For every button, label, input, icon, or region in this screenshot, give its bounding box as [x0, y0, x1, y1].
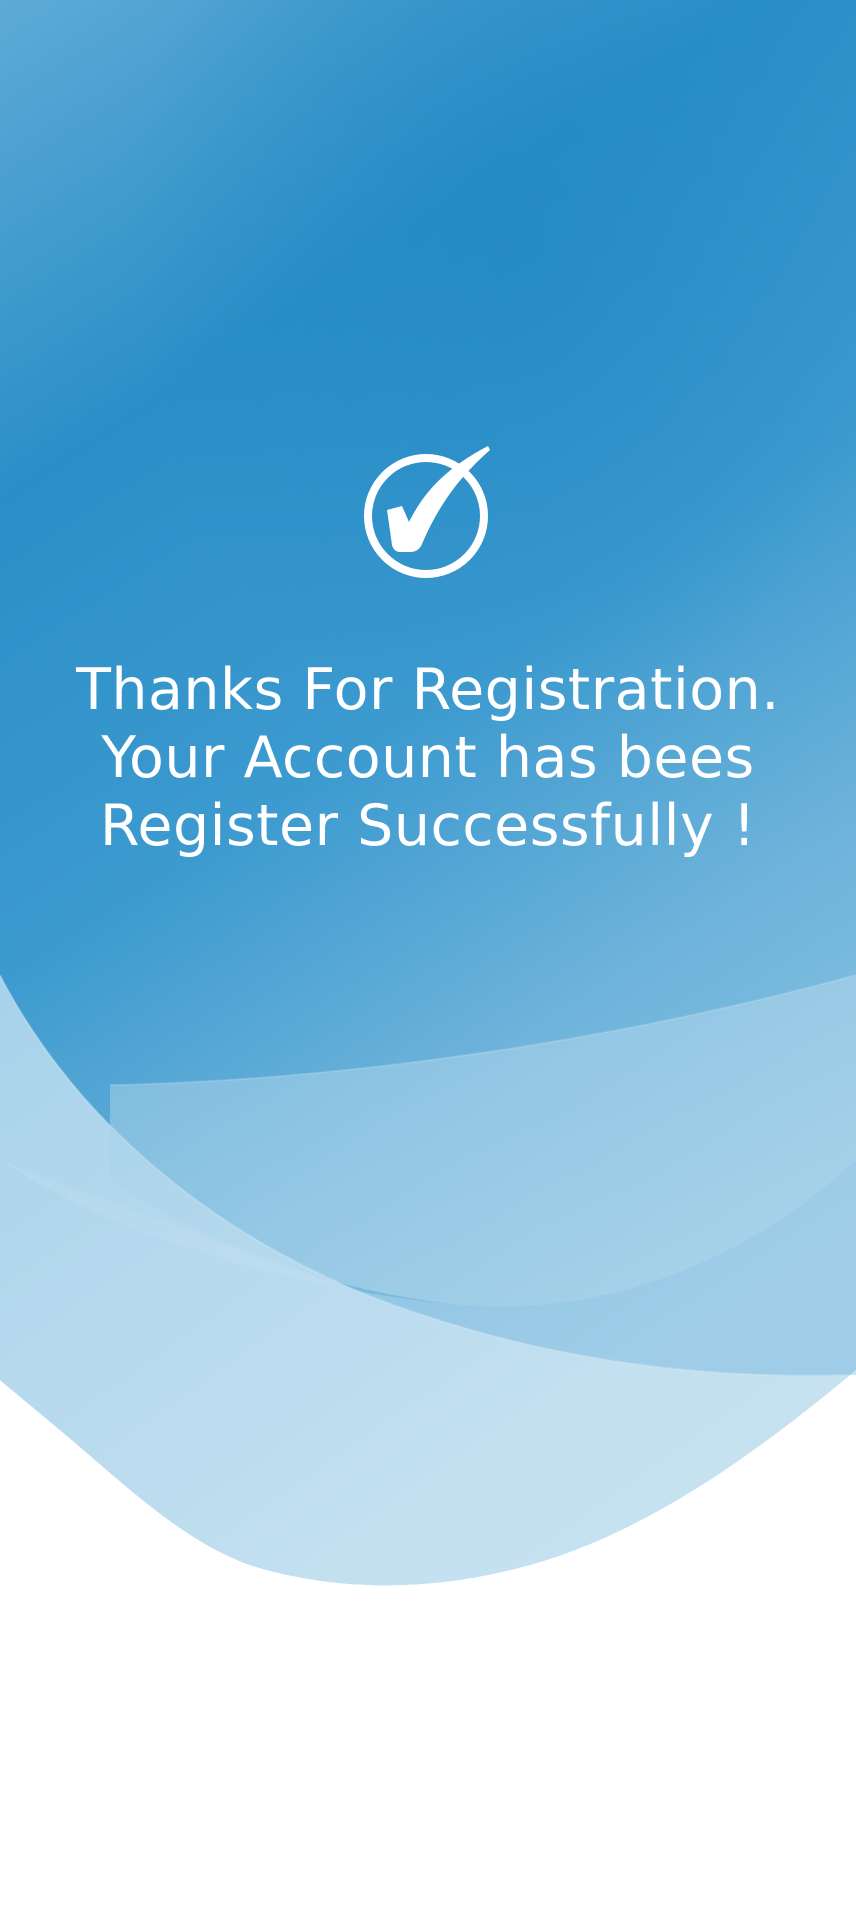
message-line-2: Your Account has bees	[101, 725, 755, 791]
message-line-1: Thanks For Registration.	[76, 657, 780, 723]
message-line-3: Register Successfully !	[99, 793, 757, 859]
success-message: Thanks For Registration. Your Account ha…	[40, 656, 816, 860]
content-area: Thanks For Registration. Your Account ha…	[0, 0, 856, 1912]
check-circle-icon	[364, 446, 490, 578]
registration-success-screen: Thanks For Registration. Your Account ha…	[0, 0, 856, 1912]
